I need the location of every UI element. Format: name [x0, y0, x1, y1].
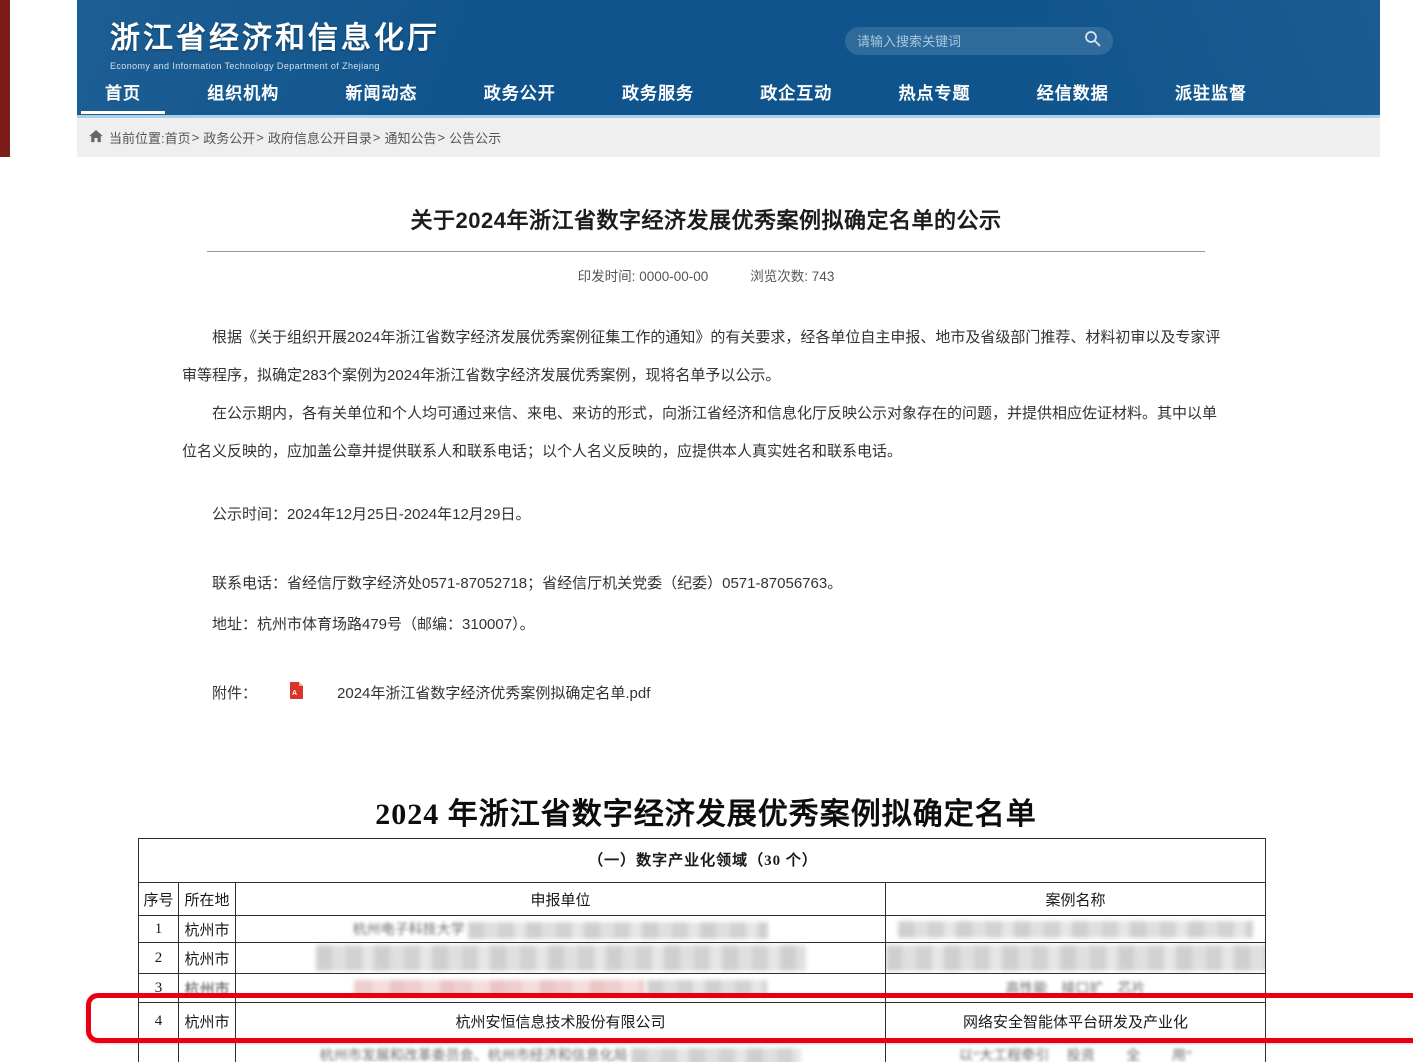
attachment-row: 附件： A 2024年浙江省数字经济优秀案例拟确定名单.pdf: [182, 682, 1230, 703]
redacted-block: [354, 980, 644, 997]
table-row: 1 杭州市 杭州电子科技大学: [139, 916, 1266, 943]
col-header-unit: 申报单位: [236, 883, 886, 916]
redacted-block: [886, 945, 1266, 971]
pdf-icon: A: [259, 682, 304, 703]
paragraph-feedback: 在公示期内，各有关单位和个人均可通过来信、来电、来访的形式，向浙江省经济和信息化…: [182, 395, 1230, 471]
breadcrumb: 当前位置:首页> 政务公开> 政府信息公开目录> 通知公告> 公告公示: [77, 118, 1380, 157]
table-row-highlighted: 4 杭州市 杭州安恒信息技术股份有限公司 网络安全智能体平台研发及产业化: [139, 1003, 1266, 1041]
table-row: 3 杭州市 高性能 接口扩 芯片: [139, 974, 1266, 1003]
table-section-row: （一）数字产业化领域（30 个）: [139, 839, 1266, 883]
cell-no: 5: [139, 1041, 179, 1062]
breadcrumb-separator: >: [373, 130, 381, 145]
breadcrumb-separator: >: [256, 130, 264, 145]
nav-item-gov-enterprise[interactable]: 政企互动: [760, 71, 832, 114]
cell-unit: 杭州市发展和改革委员会、杭州市经济和信息化局 ）: [236, 1041, 886, 1062]
left-accent-strip: [0, 0, 10, 157]
breadcrumb-item-catalog[interactable]: 政府信息公开目录: [268, 128, 372, 147]
attachment-label: 附件：: [182, 682, 257, 703]
svg-text:A: A: [292, 690, 297, 697]
site-logo-subtitle: Economy and Information Technology Depar…: [110, 61, 440, 71]
redacted-block: [468, 922, 768, 939]
cell-city: 杭州市: [179, 1041, 236, 1062]
cell-no: 4: [139, 1003, 179, 1041]
article-title: 关于2024年浙江省数字经济发展优秀案例拟确定名单的公示: [182, 203, 1230, 235]
breadcrumb-separator: >: [192, 130, 200, 145]
redacted-block: [316, 945, 806, 971]
cell-case: [886, 916, 1266, 943]
cell-no: 2: [139, 943, 179, 974]
breadcrumb-item-announcements[interactable]: 公告公示: [449, 128, 501, 147]
notice-period: 公示时间：2024年12月25日-2024年12月29日。: [182, 503, 1230, 524]
nav-item-organization[interactable]: 组织机构: [207, 71, 279, 114]
views-value: 743: [812, 269, 835, 284]
nav-item-data[interactable]: 经信数据: [1037, 71, 1109, 114]
page: 浙江省经济和信息化厅 Economy and Information Techn…: [0, 0, 1413, 1062]
cases-table: （一）数字产业化领域（30 个） 序号 所在地 申报单位 案例名称 1 杭州市 …: [138, 838, 1266, 1062]
cell-unit: 杭州安恒信息技术股份有限公司: [236, 1003, 886, 1041]
redacted-block: [898, 921, 1253, 938]
search-box[interactable]: [845, 27, 1113, 55]
redacted-block: [647, 980, 767, 997]
views-label: 浏览次数:: [750, 269, 808, 284]
redacted-block: [631, 1048, 801, 1062]
cell-city: 杭州市: [179, 916, 236, 943]
site-logo: 浙江省经济和信息化厅 Economy and Information Techn…: [110, 13, 440, 71]
article-meta: 印发时间: 0000-00-00 浏览次数: 743: [182, 265, 1230, 285]
cell-case: 以“大工程牵引 投资 全 用” 态: [886, 1041, 1266, 1062]
document-title: 2024 年浙江省数字经济发展优秀案例拟确定名单: [182, 789, 1230, 833]
nav-item-gov-disclosure[interactable]: 政务公开: [484, 71, 556, 114]
nav-item-news[interactable]: 新闻动态: [346, 71, 418, 114]
contact-phones: 联系电话：省经信厅数字经济处0571-87052718；省经信厅机关党委（纪委）…: [182, 572, 1230, 593]
breadcrumb-prefix: 当前位置:: [109, 128, 165, 147]
table-row: 5 杭州市 杭州市发展和改革委员会、杭州市经济和信息化局 ） 以“大工程牵引 投…: [139, 1041, 1266, 1062]
contact-address: 地址：杭州市体育场路479号（邮编：310007）。: [182, 613, 1230, 634]
col-header-no: 序号: [139, 883, 179, 916]
col-header-city: 所在地: [179, 883, 236, 916]
breadcrumb-item-disclosure[interactable]: 政务公开: [203, 128, 255, 147]
cell-case: [886, 943, 1266, 974]
article: 关于2024年浙江省数字经济发展优秀案例拟确定名单的公示 印发时间: 0000-…: [182, 157, 1230, 833]
home-icon: [89, 130, 103, 146]
search-input[interactable]: [857, 34, 1084, 49]
nav-item-home[interactable]: 首页: [105, 71, 141, 114]
table-header-row: 序号 所在地 申报单位 案例名称: [139, 883, 1266, 916]
table-row: 2 杭州市: [139, 943, 1266, 974]
nav-item-gov-services[interactable]: 政务服务: [622, 71, 694, 114]
breadcrumb-item-notices[interactable]: 通知公告: [384, 128, 436, 147]
cell-unit: [236, 943, 886, 974]
redacted-partial-text: 高性能 接口扩 芯片: [1006, 982, 1146, 997]
title-divider: [207, 251, 1205, 252]
print-time-label: 印发时间:: [578, 269, 636, 284]
paragraph-basis: 根据《关于组织开展2024年浙江省数字经济发展优秀案例征集工作的通知》的有关要求…: [182, 319, 1230, 395]
print-time-value: 0000-00-00: [639, 269, 708, 284]
main-nav: 首页 组织机构 新闻动态 政务公开 政务服务 政企互动 热点专题 经信数据 派驻…: [105, 71, 1247, 114]
table-section-header: （一）数字产业化领域（30 个）: [139, 839, 1266, 883]
redacted-partial-text: 杭州市发展和改革委员会、杭州市经济和信息化局: [320, 1049, 628, 1062]
cell-city: 杭州市: [179, 943, 236, 974]
cell-no: 3: [139, 974, 179, 1003]
redacted-partial-text: 以“大工程牵引 投资 全 用”: [959, 1049, 1265, 1062]
site-header: 浙江省经济和信息化厅 Economy and Information Techn…: [77, 0, 1380, 115]
cell-case: 网络安全智能体平台研发及产业化: [886, 1003, 1266, 1041]
breadcrumb-item-home[interactable]: 首页: [165, 128, 191, 147]
cell-no: 1: [139, 916, 179, 943]
cell-unit: 杭州电子科技大学: [236, 916, 886, 943]
search-icon[interactable]: [1084, 30, 1101, 52]
cell-unit: [236, 974, 886, 1003]
nav-item-supervision[interactable]: 派驻监督: [1175, 71, 1247, 114]
redacted-partial-text: 杭州电子科技大学: [353, 923, 465, 938]
cell-city: 杭州市: [179, 1003, 236, 1041]
cell-case: 高性能 接口扩 芯片: [886, 974, 1266, 1003]
site-logo-title: 浙江省经济和信息化厅: [110, 13, 440, 57]
nav-item-hot-topics[interactable]: 热点专题: [899, 71, 971, 114]
cell-city: 杭州市: [179, 974, 236, 1003]
col-header-case: 案例名称: [886, 883, 1266, 916]
document-table-wrap: （一）数字产业化领域（30 个） 序号 所在地 申报单位 案例名称 1 杭州市 …: [138, 838, 1265, 1062]
attachment-file-link[interactable]: 2024年浙江省数字经济优秀案例拟确定名单.pdf: [307, 682, 650, 703]
breadcrumb-separator: >: [437, 130, 445, 145]
